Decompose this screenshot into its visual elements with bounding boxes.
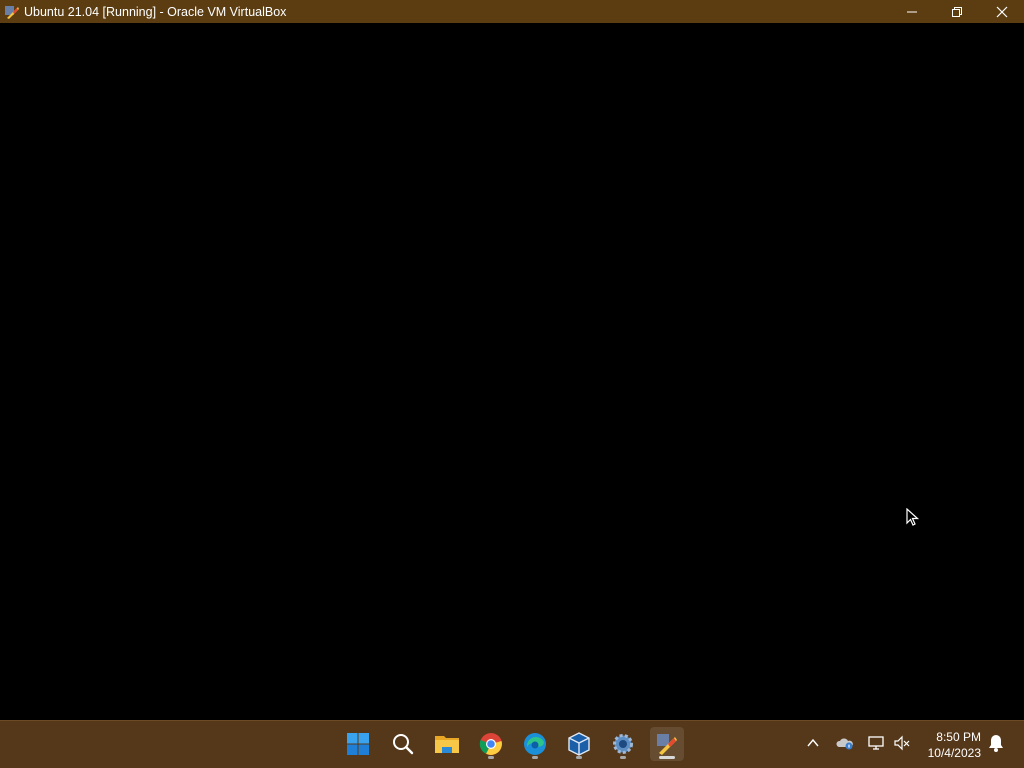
- window-controls: [889, 0, 1024, 23]
- edge-button[interactable]: [518, 727, 552, 761]
- chrome-icon: [479, 733, 502, 755]
- notifications-button[interactable]: [986, 733, 1006, 753]
- minimize-icon: [906, 11, 917, 12]
- start-icon: [347, 733, 369, 755]
- clock-date: 10/4/2023: [927, 746, 981, 760]
- network-button[interactable]: [866, 733, 886, 753]
- virtualbox-vm-button[interactable]: [650, 727, 684, 761]
- chrome-button[interactable]: [474, 727, 508, 761]
- settings-icon: [613, 734, 633, 754]
- close-button[interactable]: [979, 0, 1024, 23]
- start-button[interactable]: [341, 727, 375, 761]
- network-icon: [868, 736, 884, 750]
- minimize-button[interactable]: [889, 0, 934, 23]
- virtualbox-vm-icon: [4, 4, 20, 20]
- search-button[interactable]: [386, 727, 420, 761]
- window-title: Ubuntu 21.04 [Running] - Oracle VM Virtu…: [24, 4, 287, 19]
- close-icon: [996, 6, 1007, 17]
- settings-button[interactable]: [606, 727, 640, 761]
- mouse-cursor-icon: [906, 508, 920, 526]
- virtualbox-vm-icon: [657, 734, 677, 755]
- taskbar: 8:50 PM 10/4/2023: [0, 720, 1024, 768]
- search-icon: [393, 734, 414, 755]
- onedrive-icon: [836, 738, 853, 750]
- edge-running-indicator: [532, 756, 538, 759]
- virtualbox-vm-active-indicator: [659, 756, 675, 759]
- file-explorer-icon: [435, 736, 459, 753]
- chevron-up-icon: [807, 738, 819, 747]
- volume-muted-icon: [894, 735, 910, 751]
- virtualbox-button[interactable]: [562, 727, 596, 761]
- onedrive-button[interactable]: [835, 733, 855, 753]
- restore-icon: [951, 6, 962, 17]
- window-titlebar[interactable]: Ubuntu 21.04 [Running] - Oracle VM Virtu…: [0, 0, 1024, 23]
- settings-running-indicator: [620, 756, 626, 759]
- show-hidden-icons-button[interactable]: [803, 733, 823, 753]
- virtualbox-icon: [568, 732, 590, 756]
- virtualbox-running-indicator: [576, 756, 582, 759]
- vm-display[interactable]: [0, 23, 1024, 720]
- clock-time: 8:50 PM: [936, 730, 981, 744]
- notification-bell-icon: [989, 735, 1003, 752]
- chrome-running-indicator: [488, 756, 494, 759]
- edge-icon: [524, 733, 546, 755]
- taskbar-clock[interactable]: 8:50 PM 10/4/2023: [928, 729, 981, 761]
- file-explorer-button[interactable]: [430, 727, 464, 761]
- restore-button[interactable]: [934, 0, 979, 23]
- volume-button[interactable]: [892, 733, 912, 753]
